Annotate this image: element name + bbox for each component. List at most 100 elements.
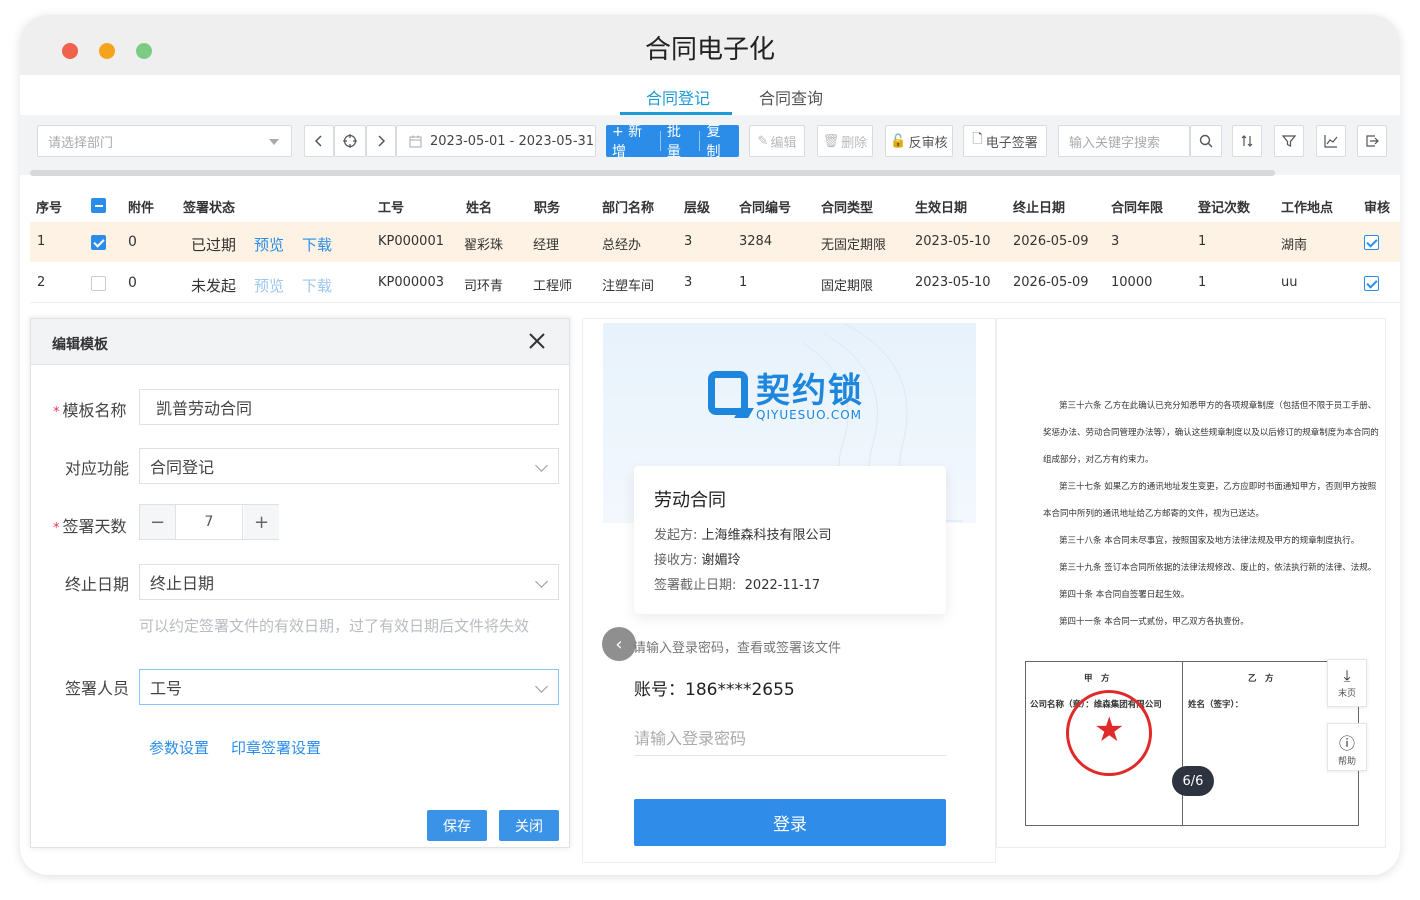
- audit-checkbox[interactable]: [1364, 235, 1379, 250]
- help-icon: ⓘ: [1338, 734, 1355, 753]
- param-settings-link[interactable]: 参数设置: [149, 737, 209, 758]
- signer-select[interactable]: 工号: [139, 669, 559, 705]
- table-divider: [1182, 662, 1183, 825]
- password-input[interactable]: 请输入登录密码: [634, 716, 946, 756]
- end-date: 2026-05-09: [1013, 234, 1089, 249]
- last-page-button[interactable]: ⤓ 末页: [1327, 659, 1367, 707]
- sort-button[interactable]: [1232, 125, 1262, 157]
- header-contract-type: 合同类型: [821, 201, 874, 216]
- decrement-button[interactable]: −: [140, 505, 175, 539]
- edit-button[interactable]: ✎ 编辑: [749, 125, 805, 157]
- logo-icon: [708, 370, 754, 418]
- function-select[interactable]: 合同登记: [139, 448, 559, 484]
- tab-contract-register[interactable]: 合同登记: [646, 85, 710, 109]
- save-button[interactable]: 保存: [427, 810, 487, 841]
- deadline-row: 签署截止日期: 2022-11-17: [654, 578, 821, 593]
- function-label: 对应功能: [65, 459, 130, 478]
- close-button[interactable]: 关闭: [499, 810, 559, 841]
- filter-button[interactable]: [1274, 125, 1304, 157]
- dialog-close-button[interactable]: [527, 331, 547, 351]
- employee-name: 翟彩珠: [464, 238, 504, 253]
- sort-icon: [1241, 135, 1253, 147]
- signer-value: 工号: [150, 679, 183, 698]
- date-range-picker[interactable]: 2023-05-01 - 2023-05-31: [396, 125, 596, 157]
- help-button[interactable]: ⓘ 帮助: [1327, 723, 1367, 771]
- document-icon: 🗋: [972, 132, 983, 147]
- page-indicator: 6/6: [1172, 766, 1214, 796]
- position: 经理: [533, 238, 560, 253]
- signing-login-panel: 契约锁 QIYUESUO.COM 劳动合同 发起方: 上海维森科技有限公司 接收…: [582, 318, 996, 863]
- help-label: 帮助: [1337, 757, 1356, 767]
- contract-type: 无固定期限: [821, 238, 887, 253]
- back-button[interactable]: ‹: [602, 627, 636, 661]
- template-name-input[interactable]: 凯普劳动合同: [139, 389, 559, 425]
- sign-days-stepper: − 7 +: [139, 504, 279, 540]
- logo-text: 契约锁: [756, 371, 864, 411]
- dialog-title: 编辑模板: [52, 337, 108, 353]
- login-prompt: 请输入登录密码，查看或签署该文件: [633, 641, 842, 656]
- line-chart-icon: [1324, 135, 1338, 148]
- row-checkbox[interactable]: [91, 235, 106, 250]
- search-input[interactable]: 输入关键字搜索: [1058, 125, 1190, 157]
- login-button[interactable]: 登录: [634, 799, 946, 846]
- clause-line: 第四十条 本合同自签署日起生效。: [1059, 590, 1190, 600]
- current-period-button[interactable]: [334, 125, 366, 157]
- unaudit-button[interactable]: 🔓 反审核: [885, 125, 953, 157]
- end-date-select[interactable]: 终止日期: [139, 564, 559, 600]
- copy-button[interactable]: 复制: [700, 124, 739, 160]
- tab-contract-query[interactable]: 合同查询: [759, 85, 823, 109]
- download-link[interactable]: 下载: [302, 234, 332, 255]
- chevron-down-icon: [535, 459, 548, 472]
- chevron-left-icon: ‹: [615, 633, 623, 655]
- contract-document-preview: 第三十六条 乙方在此确认已充分知悉甲方的各项规章制度（包括但不限于员工手册、 奖…: [996, 318, 1386, 848]
- preview-link[interactable]: 预览: [254, 275, 284, 296]
- next-period-button[interactable]: [366, 125, 396, 157]
- work-location: 湖南: [1281, 238, 1308, 253]
- window-title: 合同电子化: [644, 35, 775, 65]
- horizontal-scrollbar[interactable]: [30, 170, 1275, 176]
- company-seal: ★: [1066, 690, 1152, 776]
- attachment-count: 0: [128, 234, 137, 250]
- employee-name: 司环青: [464, 279, 504, 294]
- add-button[interactable]: + 新增: [606, 124, 661, 160]
- header-name: 姓名: [466, 201, 493, 216]
- department: 注塑车间: [602, 279, 655, 294]
- table-row[interactable]: 1 0 已过期 预览 下载 KP000001 翟彩珠 经理 总经办 3 3284…: [30, 222, 1400, 262]
- download-link[interactable]: 下载: [302, 275, 332, 296]
- header-employee-no: 工号: [378, 201, 405, 216]
- delete-button[interactable]: 🗑 删除: [817, 125, 873, 157]
- signer-name-label: 姓名（签字）：: [1188, 700, 1244, 710]
- table-header: 序号 附件 签署状态 工号 姓名 职务 部门名称 层级 合同编号 合同类型 生效…: [30, 185, 1400, 225]
- seal-settings-link[interactable]: 印章签署设置: [231, 737, 321, 758]
- sign-days-value[interactable]: 7: [175, 505, 243, 539]
- contract-no: 1: [739, 275, 748, 290]
- start-date: 2023-05-10: [915, 234, 991, 249]
- header-end-date: 终止日期: [1013, 201, 1066, 216]
- signer-label: 签署人员: [65, 679, 130, 698]
- position: 工程师: [533, 279, 573, 294]
- preview-link[interactable]: 预览: [254, 234, 284, 255]
- export-button[interactable]: [1357, 125, 1387, 157]
- esign-button[interactable]: 🗋 电子签署: [963, 125, 1047, 157]
- search-icon: [1199, 134, 1213, 148]
- star-icon: ★: [1094, 710, 1125, 750]
- audit-checkbox[interactable]: [1364, 276, 1379, 291]
- chart-button[interactable]: [1316, 125, 1346, 157]
- row-checkbox[interactable]: [91, 276, 106, 291]
- increment-button[interactable]: +: [244, 505, 279, 539]
- calendar-icon: [409, 135, 422, 147]
- close-icon: [529, 333, 545, 349]
- batch-button[interactable]: 批量: [661, 124, 701, 160]
- template-name-label: * 模板名称: [53, 401, 127, 420]
- esign-label: 电子签署: [985, 135, 1038, 151]
- search-button[interactable]: [1190, 125, 1222, 157]
- date-range-value: 2023-05-01 - 2023-05-31: [430, 133, 595, 149]
- clause-line: 第三十八条 本合同未尽事宜，按照国家及地方法律法规及甲方的规章制度执行。: [1059, 536, 1360, 546]
- prev-period-button[interactable]: [304, 125, 334, 157]
- contract-years: 3: [1111, 234, 1120, 249]
- department-select[interactable]: 请选择部门: [37, 125, 292, 157]
- table-row[interactable]: 2 0 未发起 预览 下载 KP000003 司环青 工程师 注塑车间 3 1 …: [30, 263, 1400, 303]
- select-all-checkbox[interactable]: [91, 198, 106, 213]
- chevron-right-icon: [378, 135, 386, 147]
- edit-template-dialog: 编辑模板 * 模板名称 凯普劳动合同 对应功能 合同登记 * 签署天数 − 7 + …: [30, 318, 570, 848]
